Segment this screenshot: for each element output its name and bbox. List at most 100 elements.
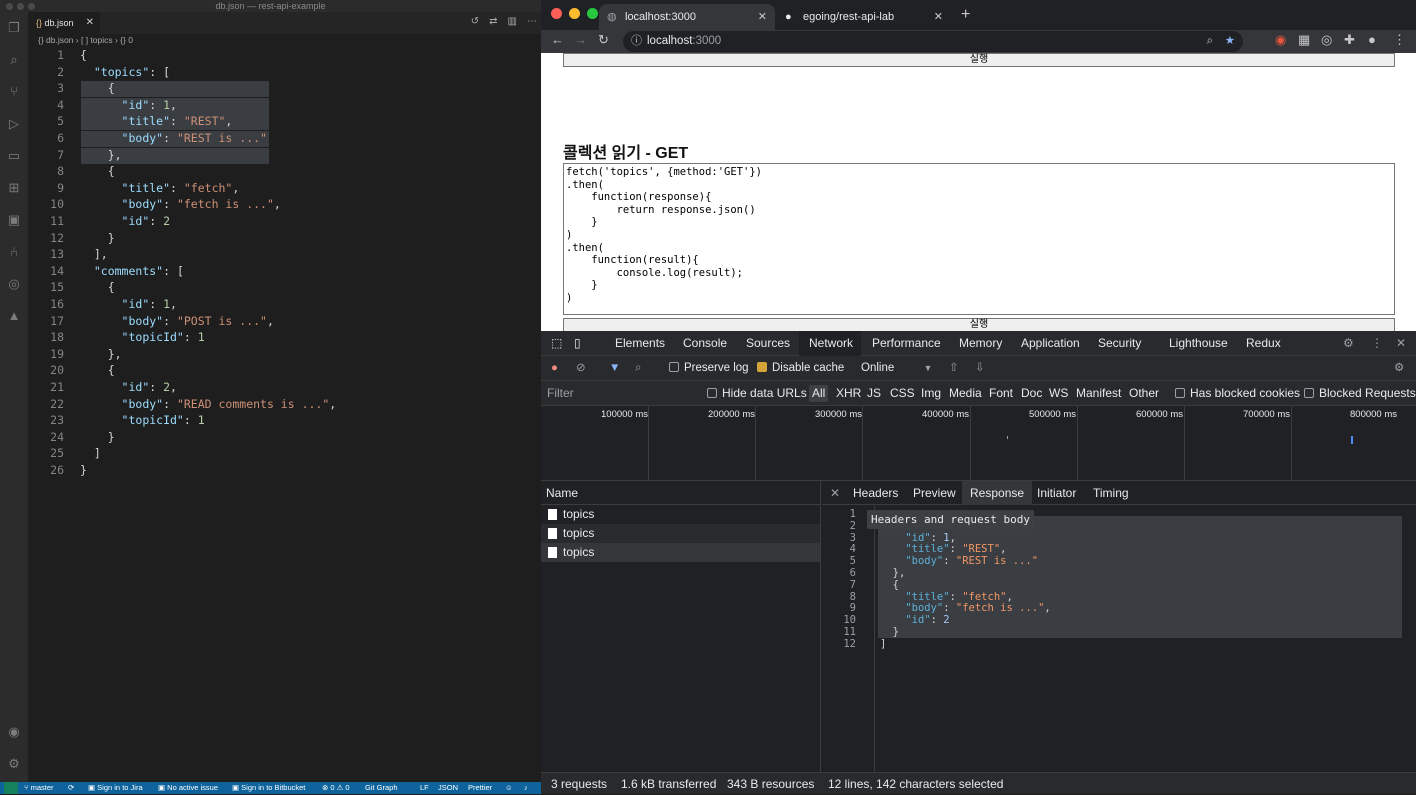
type-filter-other[interactable]: Other xyxy=(1129,381,1159,406)
run-button[interactable]: 실행 xyxy=(563,318,1395,331)
devtools-close-icon[interactable]: ✕ xyxy=(1396,331,1406,356)
forward-icon[interactable]: → xyxy=(574,32,587,47)
request-row-selected[interactable]: topics xyxy=(541,543,820,562)
code-textarea[interactable]: fetch('topics', {method:'GET'}) .then( f… xyxy=(563,163,1395,315)
breadcrumb[interactable]: {} db.json › [ ] topics › {} 0 xyxy=(38,35,133,45)
remote-explorer-icon[interactable]: ▭ xyxy=(6,148,22,164)
filter-icon[interactable]: ▼ xyxy=(609,356,620,381)
timeline-icon[interactable]: ↺ xyxy=(471,16,479,27)
remote-icon[interactable] xyxy=(4,782,18,794)
device-toolbar-icon[interactable]: ▯ xyxy=(574,331,581,356)
response-line[interactable]: } xyxy=(880,626,899,638)
jira-status[interactable]: ▣ Sign in to Jira xyxy=(88,782,143,794)
hide-data-urls-checkbox[interactable]: Hide data URLs xyxy=(707,381,807,406)
run-button-top[interactable]: 실행 xyxy=(563,53,1395,67)
detail-tab-headers[interactable]: Headers xyxy=(853,481,898,505)
run-debug-icon[interactable]: ▷ xyxy=(6,116,22,132)
code-line[interactable]: "body": "fetch is ...", xyxy=(80,197,281,211)
tab-lighthouse[interactable]: Lighthouse xyxy=(1169,331,1228,356)
code-line[interactable]: "topicId": 1 xyxy=(80,330,205,344)
search-icon[interactable]: ⌕ xyxy=(6,52,22,68)
code-line[interactable]: "comments": [ xyxy=(80,264,184,278)
close-tab-icon[interactable]: ✕ xyxy=(758,4,767,30)
tab-security[interactable]: Security xyxy=(1098,331,1141,356)
type-filter-all[interactable]: All xyxy=(809,385,829,402)
back-icon[interactable]: ← xyxy=(551,32,564,47)
code-line[interactable]: "title": "fetch", xyxy=(80,181,240,195)
extensions-puzzle-icon[interactable]: ✚ xyxy=(1344,32,1355,48)
disable-cache-checkbox[interactable]: Disable cache xyxy=(757,356,844,381)
address-bar[interactable]: ⓘ localhost:3000 ⌕ ★ xyxy=(623,31,1243,52)
code-line[interactable]: "body": "POST is ...", xyxy=(80,314,274,328)
tab-sources[interactable]: Sources xyxy=(746,331,790,356)
request-row[interactable]: topics xyxy=(541,524,820,543)
info-icon[interactable]: ⓘ xyxy=(631,31,642,52)
tab-console[interactable]: Console xyxy=(683,331,727,356)
code-line[interactable]: ] xyxy=(80,446,101,460)
bitbucket-status[interactable]: ▣ Sign in to Bitbucket xyxy=(232,782,305,794)
new-tab-button[interactable]: + xyxy=(961,6,970,24)
type-filter-css[interactable]: CSS xyxy=(890,381,915,406)
git-graph-icon[interactable]: ⑃ xyxy=(6,244,22,260)
eol-status[interactable]: LF xyxy=(420,782,429,794)
preserve-log-checkbox[interactable]: Preserve log xyxy=(669,356,749,381)
gitlens-icon[interactable]: ◎ xyxy=(6,276,22,292)
close-window-button[interactable] xyxy=(551,8,562,19)
issue-status[interactable]: ▣ No active issue xyxy=(158,782,218,794)
search-icon[interactable]: ⌕ xyxy=(635,356,641,381)
menu-icon[interactable]: ⋮ xyxy=(1393,32,1406,48)
network-settings-icon[interactable]: ⚙ xyxy=(1394,356,1404,381)
devtools-menu-icon[interactable]: ⋮ xyxy=(1371,331,1383,356)
network-overview-timeline[interactable]: 100000 ms 200000 ms 300000 ms 400000 ms … xyxy=(541,406,1416,481)
code-line[interactable]: "body": "REST is ..." xyxy=(80,131,267,145)
browser-tab-github[interactable]: ● egoing/rest-api-lab ✕ xyxy=(777,4,951,30)
has-blocked-cookies-checkbox[interactable]: Has blocked cookies xyxy=(1175,381,1300,406)
export-har-icon[interactable]: ⇩ xyxy=(975,356,985,381)
tab-application[interactable]: Application xyxy=(1021,331,1080,356)
detail-tab-timing[interactable]: Timing xyxy=(1093,481,1129,505)
tab-network[interactable]: Network xyxy=(799,331,861,356)
code-line[interactable]: }, xyxy=(80,148,122,162)
response-line[interactable]: }, xyxy=(880,567,906,579)
account-icon[interactable]: ◉ xyxy=(6,724,22,740)
tab-elements[interactable]: Elements xyxy=(615,331,665,356)
inspect-element-icon[interactable]: ⬚ xyxy=(551,331,562,356)
code-line[interactable]: { xyxy=(80,164,115,178)
response-line[interactable]: ] xyxy=(880,638,886,650)
code-line[interactable]: }, xyxy=(80,347,122,361)
problems-status[interactable]: ⊗ 0 ⚠ 0 xyxy=(322,782,350,794)
git-graph-status[interactable]: Git Graph xyxy=(365,782,398,794)
tab-memory[interactable]: Memory xyxy=(959,331,1002,356)
import-har-icon[interactable]: ⇧ xyxy=(949,356,959,381)
settings-gear-icon[interactable]: ⚙ xyxy=(6,756,22,772)
bookmark-star-icon[interactable]: ★ xyxy=(1225,31,1235,52)
traffic-lights[interactable] xyxy=(6,3,35,10)
maximize-window-button[interactable] xyxy=(587,8,598,19)
tab-redux[interactable]: Redux xyxy=(1246,331,1281,356)
type-filter-js[interactable]: JS xyxy=(867,381,881,406)
detail-tab-preview[interactable]: Preview xyxy=(913,481,956,505)
prettier-status[interactable]: Prettier xyxy=(468,782,492,794)
type-filter-font[interactable]: Font xyxy=(989,381,1013,406)
explorer-icon[interactable]: ❐ xyxy=(6,20,22,36)
type-filter-ws[interactable]: WS xyxy=(1049,381,1068,406)
response-line[interactable]: "body": "REST is ..." xyxy=(880,555,1038,567)
code-line[interactable]: { xyxy=(80,81,115,95)
code-line[interactable]: { xyxy=(80,363,115,377)
tab-performance[interactable]: Performance xyxy=(872,331,941,356)
minimize-window-button[interactable] xyxy=(569,8,580,19)
code-line[interactable]: "id": 1, xyxy=(80,98,177,112)
sync-icon[interactable]: ⟳ xyxy=(68,782,74,794)
profile-avatar[interactable]: ● xyxy=(1368,32,1376,47)
code-line[interactable]: ], xyxy=(80,247,108,261)
type-filter-media[interactable]: Media xyxy=(949,381,982,406)
code-line[interactable]: "title": "REST", xyxy=(80,114,233,128)
response-line[interactable]: "id": 2 xyxy=(880,614,949,626)
code-line[interactable]: } xyxy=(80,463,87,477)
type-filter-doc[interactable]: Doc xyxy=(1021,381,1042,406)
code-line[interactable]: } xyxy=(80,231,115,245)
browser-tab-localhost[interactable]: ◍ localhost:3000 ✕ xyxy=(599,4,775,30)
code-line[interactable]: "id": 1, xyxy=(80,297,177,311)
blocked-requests-checkbox[interactable]: Blocked Requests xyxy=(1304,381,1416,406)
extension-icon[interactable]: ◉ xyxy=(1275,32,1286,48)
